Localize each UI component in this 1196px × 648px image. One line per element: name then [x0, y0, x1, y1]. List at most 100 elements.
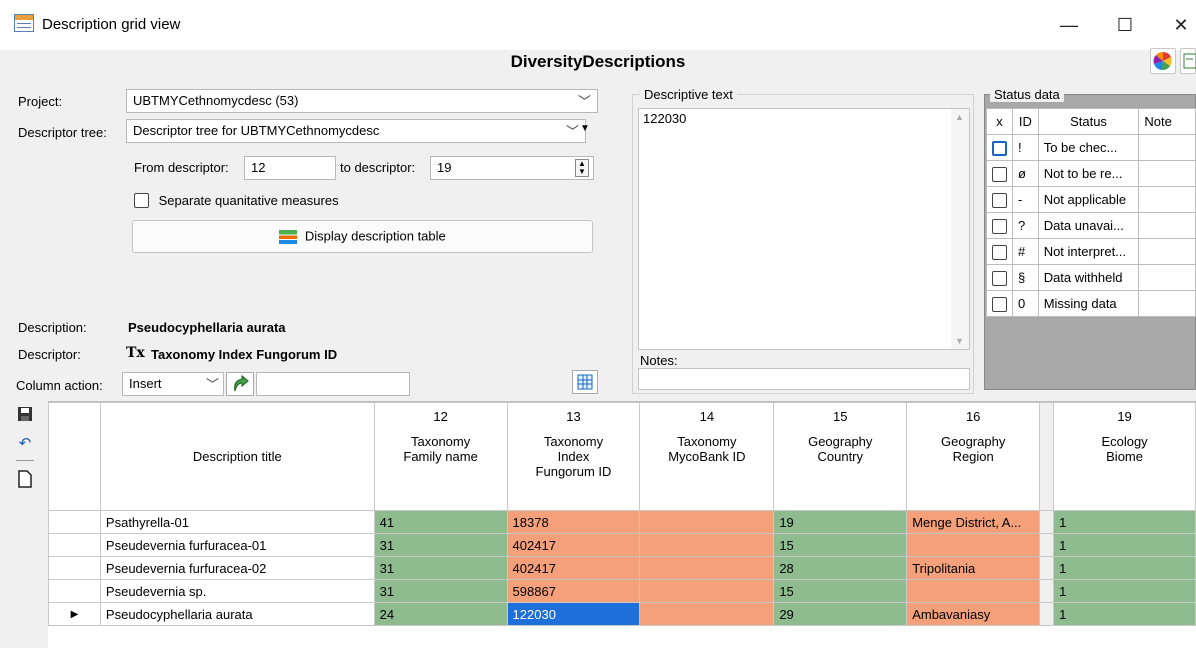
cell-19[interactable]: 1 [1053, 556, 1196, 580]
cell-16[interactable]: Menge District, A... [906, 510, 1041, 534]
status-checkbox[interactable] [986, 238, 1013, 265]
table-row[interactable]: ▶ Pseudocyphellaria aurata 24 122030 29 … [48, 602, 1196, 626]
header-col-12[interactable]: 12 Taxonomy Family name [373, 402, 508, 511]
current-row-indicator-icon[interactable]: ▶ [48, 602, 101, 626]
header-col-15[interactable]: 15 Geography Country [773, 402, 908, 511]
color-wheel-icon[interactable] [1150, 48, 1176, 74]
undo-icon[interactable]: ↶ [14, 434, 36, 454]
status-checkbox[interactable] [986, 160, 1013, 187]
cell-13[interactable]: 18378 [506, 510, 641, 534]
to-descriptor-input[interactable]: 19 ▲ ▼ [430, 156, 594, 180]
cell-12[interactable]: 24 [373, 602, 508, 626]
header-col-14[interactable]: 14 Taxonomy MycoBank ID [639, 402, 775, 511]
cell-16[interactable]: Ambavaniasy [906, 602, 1041, 626]
header-col-19[interactable]: 19 Ecology Biome [1053, 402, 1196, 511]
cell-12[interactable]: 41 [373, 510, 508, 534]
cell-16[interactable] [906, 579, 1041, 603]
status-note[interactable] [1138, 264, 1196, 291]
new-document-icon[interactable] [14, 470, 36, 490]
cell-title[interactable]: Pseudevernia furfuracea-02 [99, 556, 375, 580]
status-checkbox[interactable] [986, 264, 1013, 291]
cell-14[interactable] [639, 556, 775, 580]
descriptor-tree-combo[interactable]: Descriptor tree for UBTMYCethnomycdesc ﹀ [126, 119, 586, 143]
status-row[interactable]: ! To be chec... [986, 134, 1196, 161]
row-header[interactable] [48, 556, 101, 580]
cell-19[interactable]: 1 [1053, 602, 1196, 626]
status-row[interactable]: § Data withheld [986, 264, 1196, 291]
cell-title[interactable]: Pseudevernia sp. [99, 579, 375, 603]
separate-measures-checkbox[interactable]: Separate quanitative measures [134, 192, 339, 209]
row-header[interactable] [48, 533, 101, 557]
scroll-up-icon[interactable]: ▲ [955, 112, 964, 122]
cell-15[interactable]: 19 [773, 510, 908, 534]
column-action-input[interactable] [256, 372, 410, 396]
cell-16[interactable] [906, 533, 1041, 557]
cell-19[interactable]: 1 [1053, 510, 1196, 534]
cell-16[interactable]: Tripolitania [906, 556, 1041, 580]
columns-icon[interactable] [572, 370, 598, 394]
apply-action-icon[interactable] [226, 372, 254, 396]
close-button[interactable]: ✕ [1166, 12, 1196, 38]
minimize-button[interactable]: — [1054, 12, 1084, 38]
status-note[interactable] [1138, 238, 1196, 265]
scroll-down-icon[interactable]: ▼ [955, 336, 964, 346]
cell-15[interactable]: 15 [773, 533, 908, 557]
status-note[interactable] [1138, 186, 1196, 213]
status-row[interactable]: 0 Missing data [986, 290, 1196, 317]
status-checkbox[interactable] [986, 290, 1013, 317]
maximize-button[interactable]: ☐ [1110, 12, 1140, 38]
cell-14[interactable] [639, 579, 775, 603]
cell-title[interactable]: Pseudevernia furfuracea-01 [99, 533, 375, 557]
cell-15[interactable]: 15 [773, 579, 908, 603]
cell-13[interactable]: 402417 [506, 533, 641, 557]
status-row[interactable]: ? Data unavai... [986, 212, 1196, 239]
cell-13-selected[interactable]: 122030 [506, 602, 641, 626]
table-row[interactable]: Pseudevernia sp. 31 598867 15 1 [48, 579, 1196, 603]
project-combo[interactable]: UBTMYCethnomycdesc (53) ﹀ [126, 89, 598, 113]
row-header[interactable] [48, 510, 101, 534]
cell-15[interactable]: 29 [773, 602, 908, 626]
display-description-table-button[interactable]: Display description table [132, 220, 593, 253]
cell-12[interactable]: 31 [373, 556, 508, 580]
save-icon[interactable] [14, 406, 36, 426]
status-note[interactable] [1138, 160, 1196, 187]
export-icon[interactable] [1180, 48, 1196, 74]
status-note[interactable] [1138, 290, 1196, 317]
cell-13[interactable]: 598867 [506, 579, 641, 603]
header-col-16[interactable]: 16 Geography Region [906, 402, 1041, 511]
status-row[interactable]: # Not interpret... [986, 238, 1196, 265]
cell-19[interactable]: 1 [1053, 533, 1196, 557]
status-row[interactable]: ø Not to be re... [986, 160, 1196, 187]
row-header[interactable] [48, 579, 101, 603]
vertical-scrollbar[interactable]: ▲ ▼ [951, 109, 969, 349]
cell-15[interactable]: 28 [773, 556, 908, 580]
status-checkbox[interactable] [986, 212, 1013, 239]
cell-14[interactable] [639, 533, 775, 557]
from-descriptor-input[interactable]: 12 [244, 156, 336, 180]
status-note[interactable] [1138, 212, 1196, 239]
status-note[interactable] [1138, 134, 1196, 161]
cell-12[interactable]: 31 [373, 533, 508, 557]
descriptive-text-area[interactable]: 122030 ▲ ▼ [638, 108, 970, 350]
cell-14[interactable] [639, 602, 775, 626]
dropdown-arrow-icon[interactable]: ▼ [580, 123, 590, 134]
cell-19[interactable]: 1 [1053, 579, 1196, 603]
cell-12[interactable]: 31 [373, 579, 508, 603]
cell-13[interactable]: 402417 [506, 556, 641, 580]
spinner-icon[interactable]: ▲ ▼ [575, 159, 589, 177]
header-description-title[interactable]: Description title [99, 402, 375, 511]
cell-title[interactable]: Psathyrella-01 [99, 510, 375, 534]
column-splitter[interactable] [1039, 402, 1055, 511]
status-checkbox[interactable] [986, 134, 1013, 161]
table-row[interactable]: Pseudevernia furfuracea-01 31 402417 15 … [48, 533, 1196, 557]
table-row[interactable]: Psathyrella-01 41 18378 19 Menge Distric… [48, 510, 1196, 534]
header-col-13[interactable]: 13 Taxonomy Index Fungorum ID [506, 402, 641, 511]
cell-title[interactable]: Pseudocyphellaria aurata [99, 602, 375, 626]
column-action-combo[interactable]: Insert ﹀ [122, 372, 224, 396]
table-row[interactable]: Pseudevernia furfuracea-02 31 402417 28 … [48, 556, 1196, 580]
status-row[interactable]: - Not applicable [986, 186, 1196, 213]
status-checkbox[interactable] [986, 186, 1013, 213]
notes-input[interactable] [638, 368, 970, 390]
cell-14[interactable] [639, 510, 775, 534]
status-name: Not applicable [1037, 186, 1140, 213]
